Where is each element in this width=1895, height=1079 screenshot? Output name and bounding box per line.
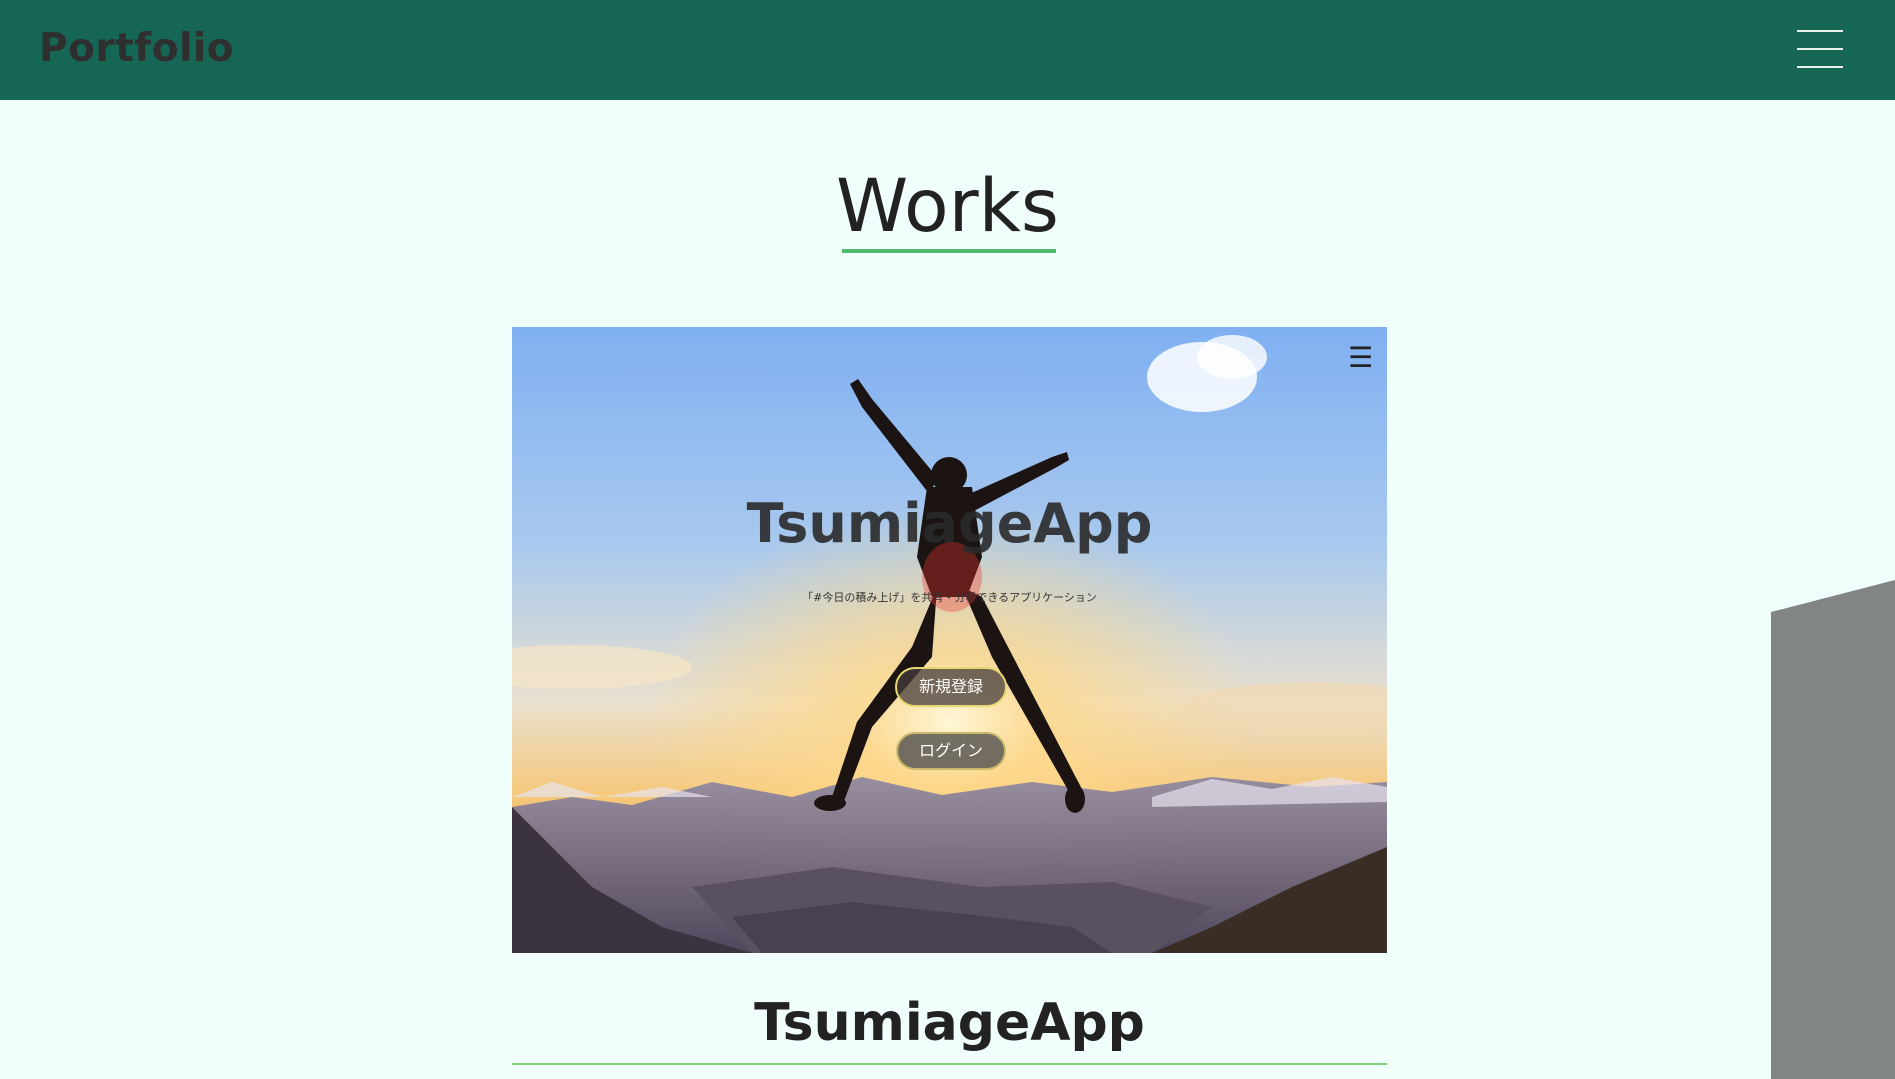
- hamburger-line: [1797, 66, 1843, 68]
- work-preview-image[interactable]: ☰ TsumiageApp 「#今日の積み上げ」を共有・分析できるアプリケーショ…: [512, 327, 1387, 953]
- preview-login-button[interactable]: ログイン: [896, 732, 1006, 770]
- work-item-title: TsumiageApp: [754, 993, 1145, 1053]
- preview-signup-button[interactable]: 新規登録: [895, 667, 1007, 707]
- work-preview-illustration: [512, 327, 1387, 953]
- work-item-title-underline: [512, 1063, 1387, 1065]
- section-title-underline: [842, 249, 1056, 253]
- brand-logo-text[interactable]: Portfolio: [39, 26, 234, 71]
- preview-subtitle: 「#今日の積み上げ」を共有・分析できるアプリケーション: [802, 591, 1097, 604]
- section-title: Works: [836, 164, 1059, 249]
- site-header: Portfolio: [0, 0, 1895, 100]
- preview-menu-icon[interactable]: ☰: [1348, 341, 1373, 374]
- hamburger-line: [1797, 30, 1843, 32]
- hamburger-line: [1797, 48, 1843, 50]
- hamburger-menu-icon[interactable]: [1797, 27, 1843, 71]
- preview-app-title: TsumiageApp: [746, 492, 1153, 555]
- decorative-side-shape: [1771, 580, 1895, 1079]
